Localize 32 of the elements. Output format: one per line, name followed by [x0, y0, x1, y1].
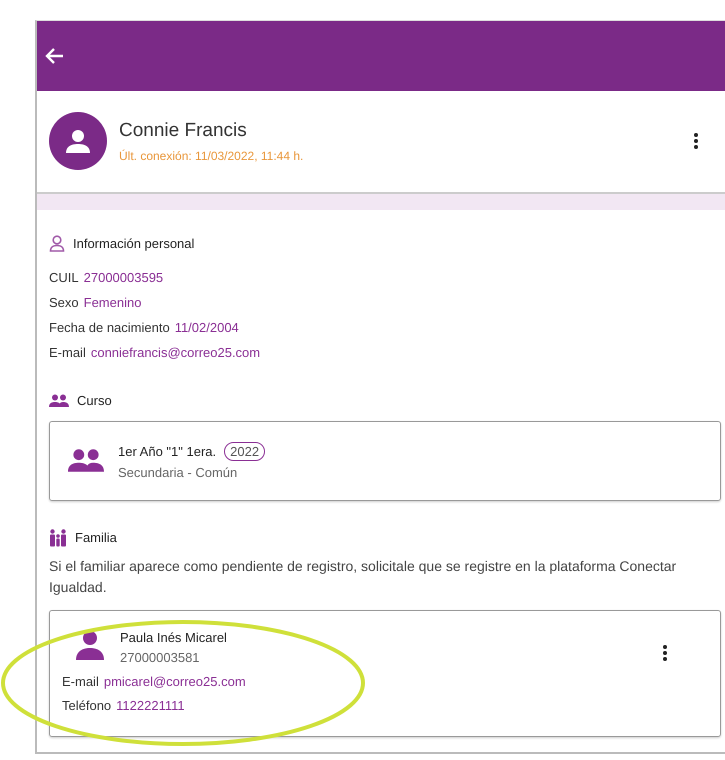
member-cuil: 27000003581 — [120, 650, 201, 665]
field-label: CUIL — [49, 270, 79, 285]
last-connection: Últ. conexión: 11/03/2022, 11:44 h. — [119, 148, 304, 162]
field-value: 27000003595 — [84, 270, 164, 285]
course-card[interactable]: 1er Año "1" 1era. 2022 Secundaria - Común — [49, 421, 721, 501]
section-title: Información personal — [73, 236, 194, 251]
back-arrow-icon[interactable] — [45, 47, 65, 65]
more-options-icon[interactable] — [693, 132, 699, 150]
user-name: Connie Francis — [119, 120, 248, 142]
field-label: Fecha de nacimiento — [49, 320, 170, 335]
course-name: 1er Año "1" 1era. — [118, 444, 216, 459]
course-level: Secundaria - Común — [118, 465, 238, 480]
field-label: E-mail — [62, 674, 99, 689]
field-value: 11/02/2004 — [174, 320, 239, 335]
year-chip: 2022 — [224, 442, 266, 461]
section-title: Familia — [75, 530, 117, 545]
field-value: Femenino — [84, 295, 142, 310]
person-icon — [74, 630, 106, 660]
person-outline-icon — [49, 235, 65, 252]
field-label: E-mail — [49, 345, 86, 360]
field-value: 1122221111 — [116, 698, 185, 713]
family-icon — [49, 528, 67, 546]
member-name: Paula Inés Micarel — [120, 630, 228, 645]
field-label: Teléfono — [62, 698, 112, 713]
group-icon — [49, 394, 69, 408]
field-label: Sexo — [49, 295, 79, 310]
more-options-icon[interactable] — [662, 644, 668, 662]
field-value: conniefrancis@correo25.com — [90, 345, 260, 360]
field-value: pmicarel@correo25.com — [104, 674, 246, 689]
section-title: Curso — [77, 393, 112, 408]
notice-text: Si el familiar aparece como pendiente de registro, solicitale que se registre en la plataforma Conectar Igualdad. — [49, 557, 678, 597]
group-icon — [68, 448, 104, 474]
